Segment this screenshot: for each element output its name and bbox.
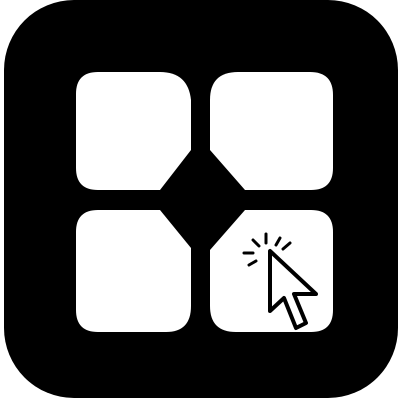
- app-icon-canvas: [0, 0, 400, 400]
- tile-bottom-left: [76, 210, 191, 332]
- icon-background: [4, 0, 398, 398]
- grid-cursor-click-icon[interactable]: [0, 0, 400, 400]
